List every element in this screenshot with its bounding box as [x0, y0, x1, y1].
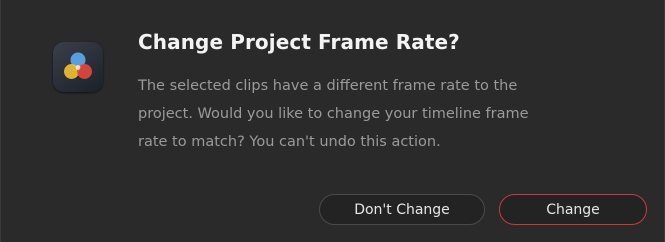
dont-change-button[interactable]: Don't Change: [319, 194, 485, 225]
change-button-label: Change: [546, 201, 600, 218]
dont-change-button-label: Don't Change: [354, 201, 450, 218]
message-line: rate to match? You can't undo this actio…: [138, 134, 441, 150]
davinci-resolve-app-icon: [53, 42, 103, 92]
dialog-message: The selected clips have a different fram…: [138, 72, 558, 156]
change-frame-rate-dialog: Change Project Frame Rate? The selected …: [0, 0, 665, 242]
change-button[interactable]: Change: [499, 194, 647, 225]
message-line: project. Would you like to change your t…: [138, 106, 529, 122]
dialog-title: Change Project Frame Rate?: [138, 30, 460, 54]
message-line: The selected clips have a different fram…: [138, 78, 518, 94]
